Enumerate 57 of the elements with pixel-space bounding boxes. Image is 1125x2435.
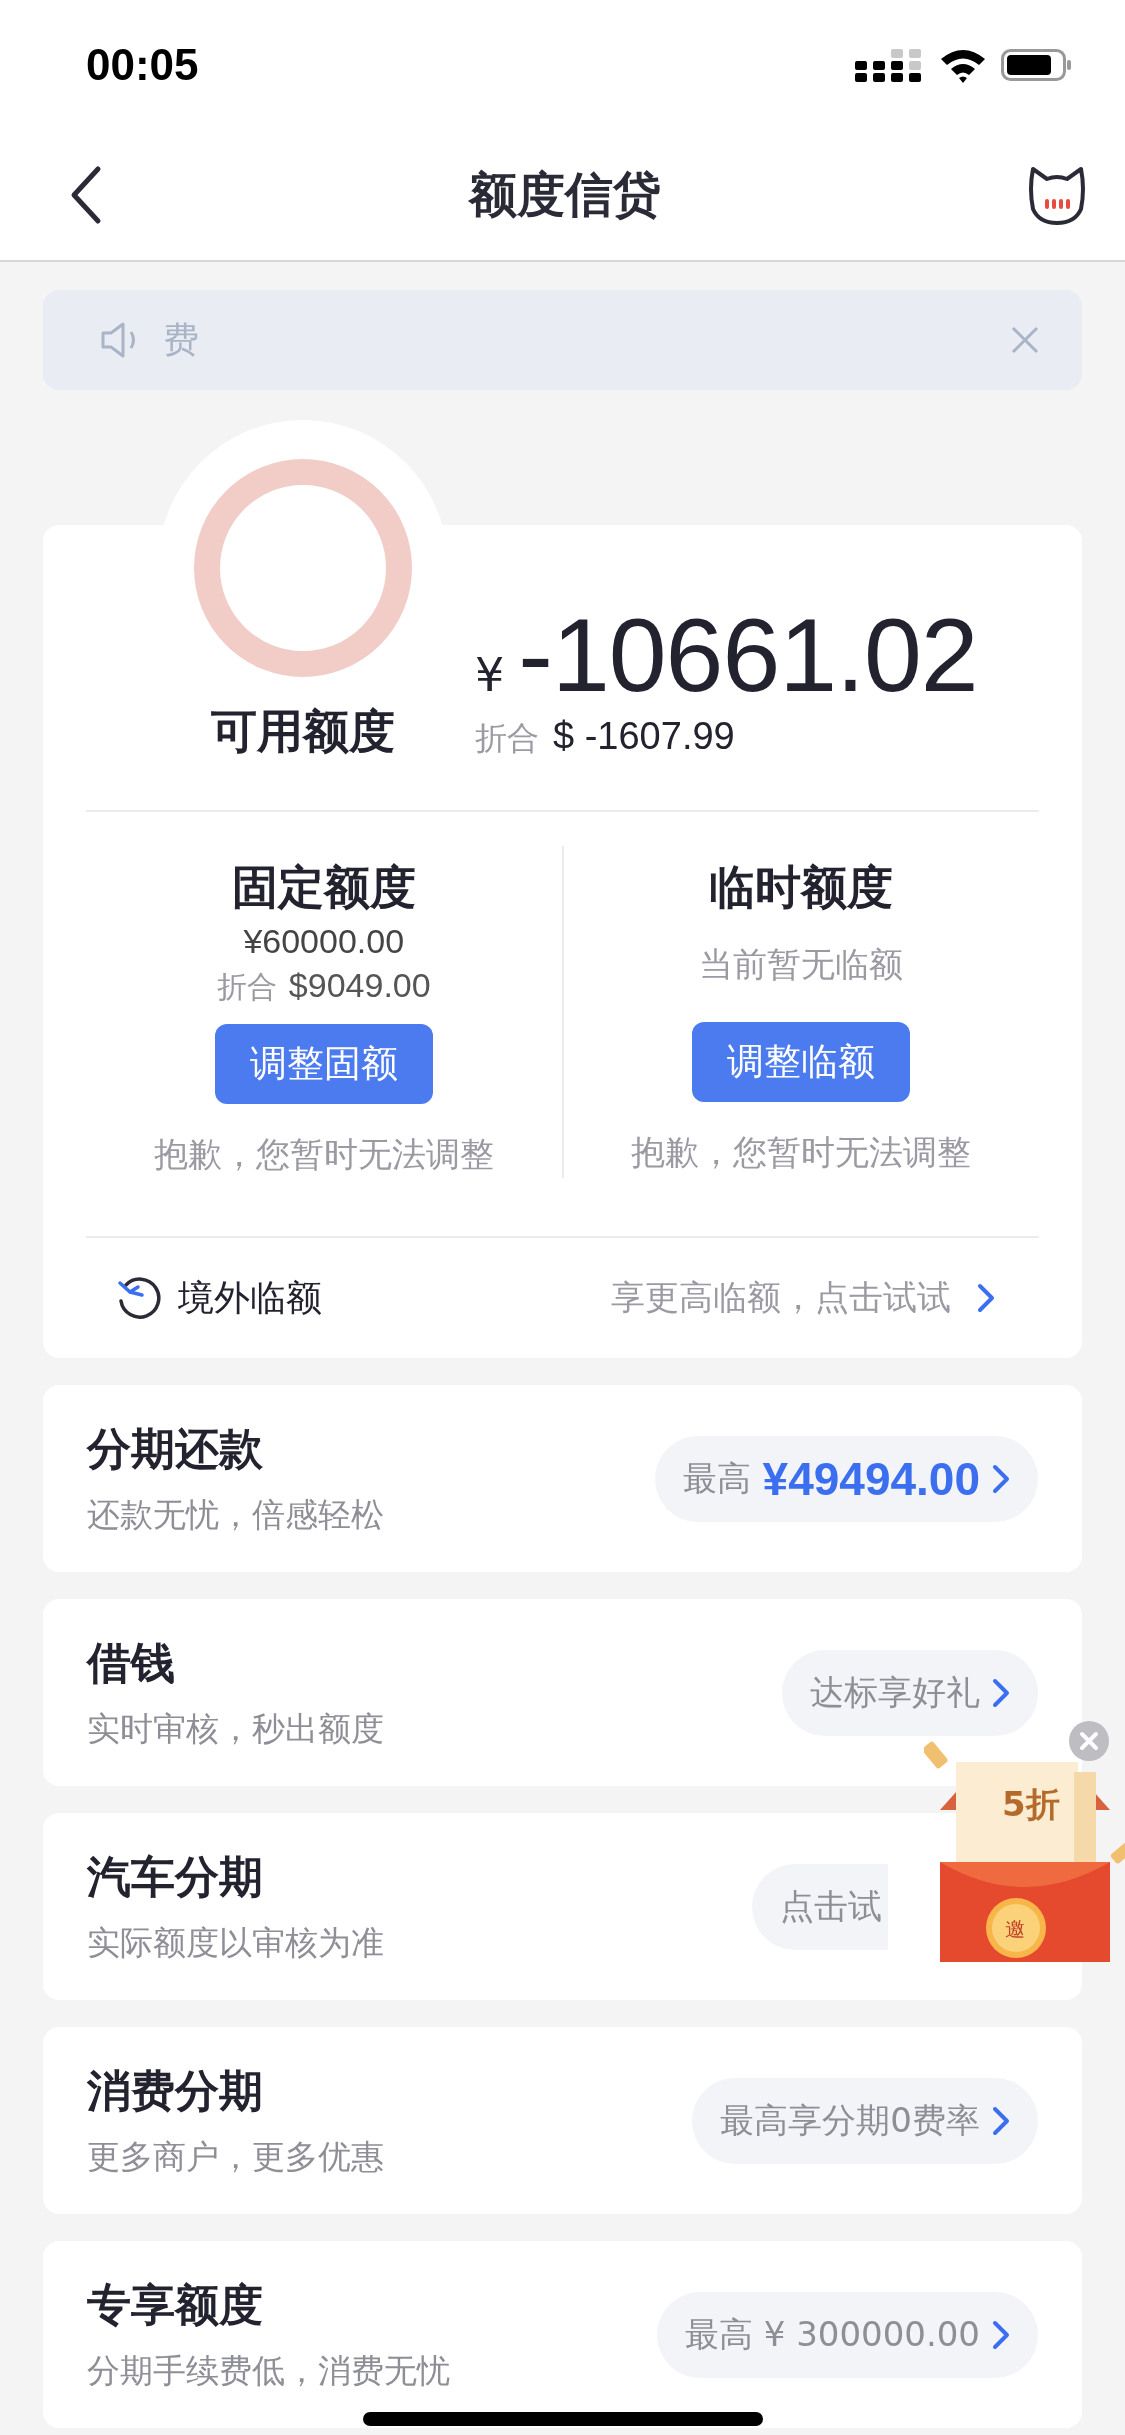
product-subtitle: 实际额度以审核为准 — [87, 1921, 384, 1964]
product-card[interactable]: 消费分期 更多商户，更多优惠 最高享分期0费率 — [43, 2027, 1082, 2214]
ring-icon — [194, 459, 412, 677]
offer-pill[interactable]: 达标享好礼 — [782, 1649, 1038, 1736]
status-time: 00:05 — [86, 40, 199, 90]
credit-type-title: 临时额度 — [709, 859, 894, 916]
product-title: 分期还款 — [87, 1421, 264, 1476]
product-subtitle: 更多商户，更多优惠 — [87, 2135, 384, 2178]
notice-text: 费 — [163, 317, 200, 362]
wifi-icon — [939, 47, 987, 83]
available-amount: -10661.02 — [518, 596, 978, 715]
currency-symbol: ¥ — [475, 648, 505, 702]
promo-popup[interactable]: 5折 邀 — [924, 1722, 1125, 1962]
product-card[interactable]: 专享额度 分期手续费低，消费无忧 最高 ¥ 300000.00 — [43, 2241, 1082, 2428]
overseas-credit-link[interactable]: 享更高临额，点击试试 — [611, 1275, 951, 1321]
converted-amount: $9049.00 — [288, 965, 431, 1006]
credit-status: 当前暂无临额 — [699, 943, 904, 986]
adjust-button[interactable]: 调整固额 — [214, 1024, 433, 1104]
invite-label: 邀 — [1005, 1916, 1025, 1943]
offer-pill[interactable]: 最高享分期0费率 — [692, 2077, 1038, 2164]
offer-text: 达标享好礼 — [810, 1670, 980, 1714]
offer-pill[interactable]: 点击试 — [752, 1863, 888, 1950]
product-title: 专享额度 — [87, 2277, 264, 2332]
product-title: 汽车分期 — [87, 1849, 264, 1904]
product-title: 消费分期 — [87, 2063, 264, 2118]
chevron-icon — [992, 1463, 1010, 1494]
product-subtitle: 实时审核，秒出额度 — [87, 1707, 384, 1750]
product-card[interactable]: 借钱 实时审核，秒出额度 达标享好礼 — [43, 1599, 1082, 1786]
adjust-note: 抱歉，您暂时无法调整 — [153, 1133, 494, 1176]
offer-text: 点击试 — [780, 1884, 882, 1928]
chevron-icon — [992, 1677, 1010, 1708]
converted-label: 折合 — [475, 718, 539, 759]
offer-pill[interactable]: 最高 ¥49494.00 — [654, 1435, 1038, 1522]
credit-type-title: 固定额度 — [231, 859, 416, 916]
chevron-icon — [992, 2105, 1010, 2136]
chevron-icon — [977, 1283, 995, 1313]
overseas-credit-label: 境外临额 — [178, 1275, 323, 1320]
adjust-note: 抱歉，您暂时无法调整 — [631, 1131, 972, 1174]
offer-text: 最高 ¥ 300000.00 — [684, 2312, 980, 2356]
battery-icon — [1001, 47, 1073, 83]
close-icon — [1078, 1730, 1100, 1752]
converted-label: 折合 — [216, 968, 277, 1006]
product-subtitle: 还款无忧，倍感轻松 — [87, 1493, 384, 1536]
chevron-icon — [992, 2319, 1010, 2350]
offer-text: ¥49494.00 — [762, 1451, 980, 1506]
page-title: 额度信贷 — [468, 165, 661, 224]
converted-amount: $ -1607.99 — [553, 715, 735, 758]
offer-text: 最高享分期0费率 — [720, 2098, 980, 2142]
available-credit-label: 可用额度 — [211, 703, 395, 760]
clock-icon — [116, 1275, 162, 1321]
product-title: 借钱 — [87, 1635, 176, 1690]
product-card[interactable]: 分期还款 还款无忧，倍感轻松 最高 ¥49494.00 — [43, 1385, 1082, 1572]
credit-amount: ¥60000.00 — [243, 921, 405, 962]
product-subtitle: 分期手续费低，消费无忧 — [87, 2349, 450, 2392]
offer-pill[interactable]: 最高 ¥ 300000.00 — [656, 2291, 1038, 2378]
adjust-button[interactable]: 调整临额 — [692, 1022, 911, 1102]
offer-prefix: 最高 — [682, 1456, 751, 1500]
